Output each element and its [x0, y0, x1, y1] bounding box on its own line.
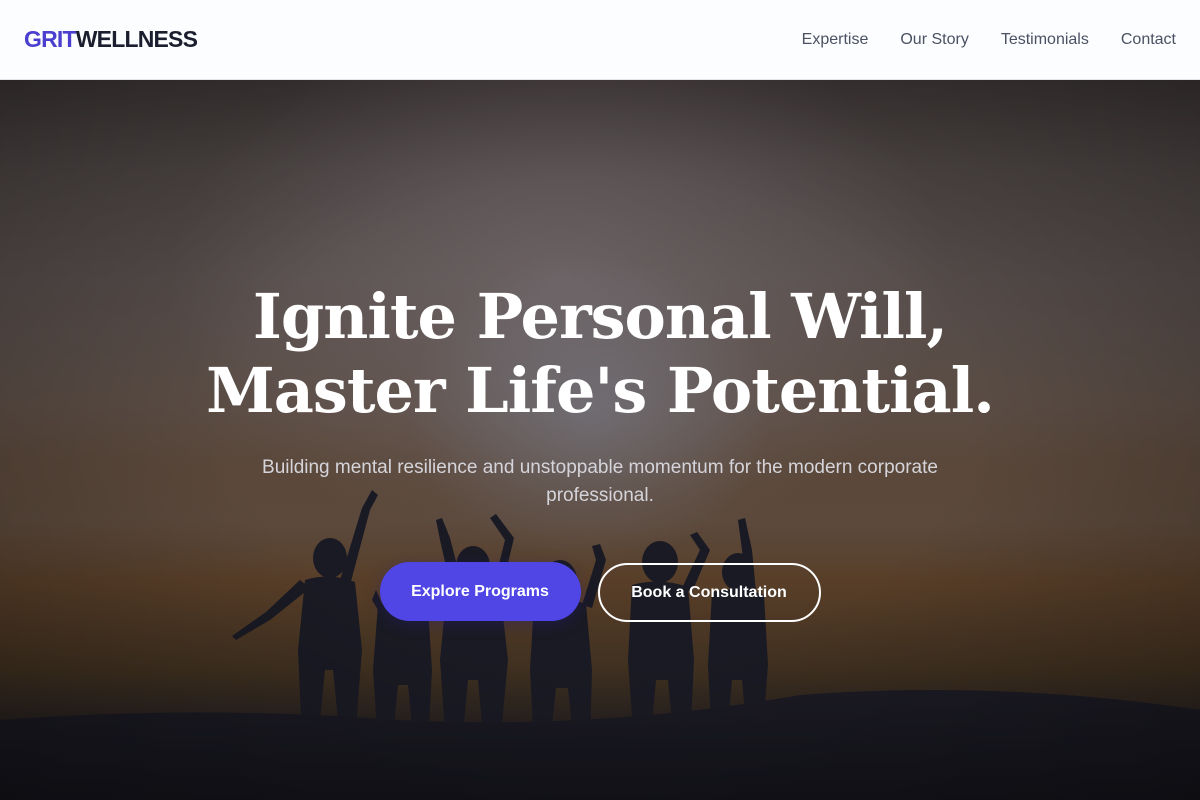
- hero-subheadline: Building mental resilience and unstoppab…: [262, 457, 938, 506]
- nav-link-our-story[interactable]: Our Story: [900, 31, 968, 49]
- explore-programs-button[interactable]: Explore Programs: [379, 562, 581, 621]
- hero-content: Ignite Personal Will, Master Life's Pote…: [0, 280, 1200, 622]
- nav-link-testimonials[interactable]: Testimonials: [1001, 31, 1089, 49]
- book-consultation-button[interactable]: Book a Consultation: [597, 563, 821, 622]
- brand-logo[interactable]: GRIT WELLNESS: [24, 26, 198, 53]
- hero-headline-line1: Ignite Personal Will,: [252, 280, 948, 353]
- nav-link-contact[interactable]: Contact: [1121, 31, 1176, 49]
- hero-headline-line2: Master Life's Potential.: [206, 354, 995, 427]
- site-header: GRIT WELLNESS Expertise Our Story Testimo…: [0, 0, 1200, 80]
- hero-section: Ignite Personal Will, Master Life's Pote…: [0, 80, 1200, 800]
- nav-link-expertise[interactable]: Expertise: [802, 31, 869, 49]
- main-nav: Expertise Our Story Testimonials Contact: [802, 31, 1176, 49]
- hero-headline: Ignite Personal Will, Master Life's Pote…: [0, 280, 1200, 428]
- logo-rest-text: WELLNESS: [75, 26, 198, 52]
- logo-accent-text: GRIT: [24, 26, 77, 52]
- hero-cta-group: Explore Programs Book a Consultation: [0, 562, 1200, 622]
